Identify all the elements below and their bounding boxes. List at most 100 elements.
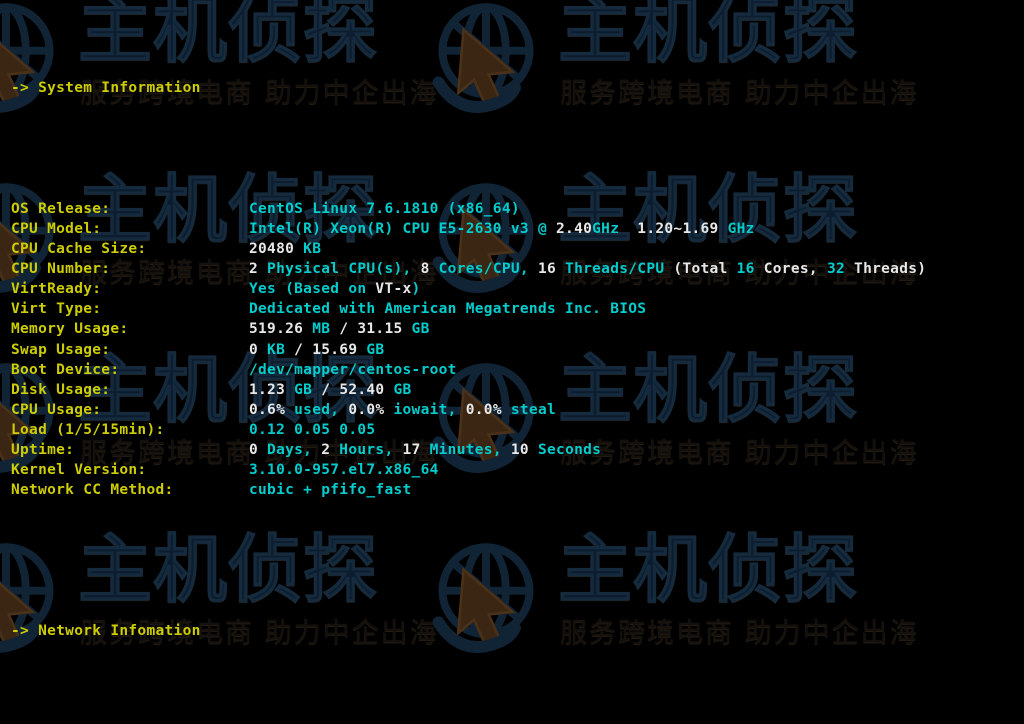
value-token: GHz (592, 220, 620, 237)
value-token: Intel(R) Xeon(R) CPU E5-2630 v3 @ (249, 220, 557, 237)
info-row: Kernel Version: 3.10.0-957.el7.x86_64 (11, 460, 1024, 480)
value-token: (Based on (276, 281, 376, 298)
value-token: Minutes, (420, 441, 511, 458)
value-token: Days, (258, 441, 322, 458)
value-token: Yes (249, 281, 277, 298)
info-row: Uptime: 0 Days, 2 Hours, 17 Minutes, 10 S… (11, 440, 1024, 460)
system-information-rows: OS Release: CentOS Linux 7.6.1810 (x86_64… (11, 199, 1024, 500)
info-row: Boot Device: /dev/mapper/centos-root (11, 360, 1024, 380)
value-token: 2 (321, 441, 331, 458)
value-token: 0 (249, 441, 259, 458)
info-row-label: OS Release: (11, 200, 111, 217)
value-token: GB (384, 381, 412, 398)
value-token: VT-x (375, 281, 412, 298)
info-row-value: 1.23 GB / 52.40 GB (249, 382, 412, 398)
info-row: VirtReady: Yes (Based on VT-x) (11, 279, 1024, 299)
terminal-output: -> System Information OS Release: CentOS … (0, 0, 1024, 724)
value-token: iowait, (384, 401, 466, 418)
info-row-value: cubic + pfifo_fast (249, 482, 412, 498)
value-token: 1.23 (249, 381, 286, 398)
info-row: Network CC Method: cubic + pfifo_fast (11, 480, 1024, 500)
info-row-label: Network CC Method: (11, 482, 174, 499)
info-row-label: Virt Type: (11, 301, 102, 318)
section-heading-system: -> System Information (11, 78, 1024, 98)
value-token: 0.0% (348, 401, 385, 418)
value-token: 15.69 (312, 341, 358, 358)
info-row-label: Disk Usage: (11, 381, 111, 398)
info-row-value: /dev/mapper/centos-root (249, 362, 457, 378)
value-token: 32 (826, 261, 846, 278)
value-token: 52.40 (339, 381, 385, 398)
value-token: Cores, (754, 261, 827, 278)
section-heading-text: -> Network Infomation (11, 622, 201, 639)
terminal-screen[interactable]: 主机侦探 服务跨境电商 助力中企出海 主机侦探 服务跨境电商 助力中企出海 主机侦探 服务… (0, 0, 1024, 724)
value-token: 2 (249, 261, 259, 278)
value-token: Hours, (330, 441, 403, 458)
info-row-label: Memory Usage: (11, 321, 129, 338)
info-row-value: 519.26 MB / 31.15 GB (249, 321, 430, 337)
info-row-label: VirtReady: (11, 281, 102, 298)
value-token: cubic + pfifo_fast (249, 482, 412, 499)
value-token: GB (285, 381, 322, 398)
value-token: 17 (402, 441, 421, 458)
value-token: /dev/mapper/centos-root (249, 361, 457, 378)
info-row-value: 20480 KB (249, 241, 321, 257)
info-row: CPU Number: 2 Physical CPU(s), 8 Cores/CP… (11, 259, 1024, 279)
value-token: 31.15 (357, 321, 403, 338)
value-token: Cores/CPU, (429, 261, 538, 278)
info-row-label: Kernel Version: (11, 462, 147, 479)
value-token: Seconds (528, 441, 602, 458)
info-row-value: 0.6% used, 0.0% iowait, 0.0% steal (249, 402, 556, 418)
value-token: used, (285, 401, 349, 418)
value-token: 0.12 0.05 0.05 (249, 421, 376, 438)
value-token: 3.10.0-957.el7.x86_64 (249, 462, 439, 479)
info-row-value: Dedicated with American Megatrends Inc. … (249, 301, 646, 317)
value-token: 0.0% (465, 401, 502, 418)
value-token: 1.20~1.69 (637, 220, 719, 237)
value-token (330, 382, 339, 398)
value-token: / (321, 381, 331, 398)
info-row: CPU Usage: 0.6% used, 0.0% iowait, 0.0% s… (11, 400, 1024, 420)
info-row-value: CentOS Linux 7.6.1810 (x86_64) (249, 201, 520, 217)
value-token (619, 221, 637, 237)
info-row-label: CPU Number: (11, 261, 111, 278)
section-heading-text: -> System Information (11, 80, 201, 97)
value-token: 20480 (249, 241, 295, 258)
info-row: CPU Model: Intel(R) Xeon(R) CPU E5-2630 v… (11, 219, 1024, 239)
value-token: ) (411, 281, 421, 298)
info-row-value: 0 KB / 15.69 GB (249, 342, 384, 358)
info-row: Load (1/5/15min): 0.12 0.05 0.05 (11, 420, 1024, 440)
info-row-label: Load (1/5/15min): (11, 421, 165, 438)
value-token: / (294, 341, 304, 358)
info-row-value: 0 Days, 2 Hours, 17 Minutes, 10 Seconds (249, 442, 601, 458)
value-token: 0 (249, 341, 259, 358)
value-token: 16 (537, 261, 557, 278)
info-row: OS Release: CentOS Linux 7.6.1810 (x86_64… (11, 199, 1024, 219)
value-token: Threads) (845, 261, 927, 278)
value-token: Physical CPU(s), (258, 261, 421, 278)
value-token: steal (501, 401, 557, 418)
value-token: 8 (420, 261, 430, 278)
info-row-label: Uptime: (11, 441, 75, 458)
value-token: GHz (718, 220, 755, 237)
info-row: CPU Cache Size: 20480 KB (11, 239, 1024, 259)
info-row: Memory Usage: 519.26 MB / 31.15 GB (11, 319, 1024, 339)
value-token: 16 (736, 261, 755, 278)
value-token: CentOS Linux 7.6.1810 (x86_64) (249, 200, 520, 217)
value-token: / (339, 321, 349, 338)
info-row-label: CPU Usage: (11, 401, 102, 418)
value-token: (Total (673, 261, 737, 278)
info-row-value: 2 Physical CPU(s), 8 Cores/CPU, 16 Threa… (249, 261, 926, 277)
info-row-value: 3.10.0-957.el7.x86_64 (249, 462, 439, 478)
info-row-value: 0.12 0.05 0.05 (249, 422, 375, 438)
info-row: Virt Type: Dedicated with American Megatr… (11, 299, 1024, 319)
value-token: 0.6% (249, 401, 286, 418)
info-row-value: Intel(R) Xeon(R) CPU E5-2630 v3 @ 2.40GH… (249, 221, 755, 237)
value-token (303, 342, 312, 358)
value-token: Dedicated with American Megatrends Inc. … (249, 301, 647, 318)
value-token: KB (258, 341, 295, 358)
info-row-label: CPU Model: (11, 220, 102, 237)
value-token: GB (402, 321, 430, 338)
